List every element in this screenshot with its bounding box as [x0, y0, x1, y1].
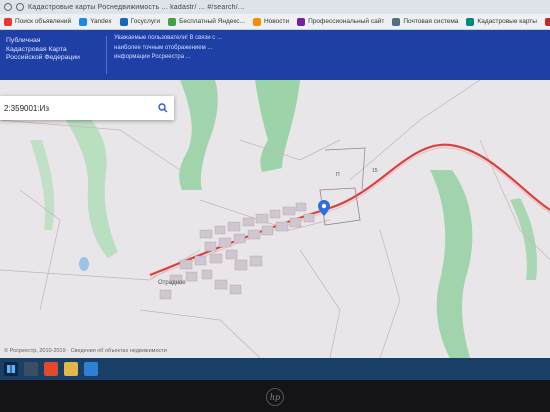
header-divider	[106, 36, 107, 74]
site-brand[interactable]: Публичная Кадастровая Карта Российской Ф…	[6, 37, 101, 63]
yandex-icon	[4, 17, 12, 26]
site-header: Публичная Кадастровая Карта Российской Ф…	[0, 30, 550, 80]
cadastral-map[interactable]: Отрадное П 15	[0, 80, 550, 358]
bookmark-label: Кадастровые карты	[477, 18, 537, 25]
forest-area	[510, 198, 538, 280]
parcel-outline	[324, 147, 366, 191]
notice-line: Уважаемые пользователи! В связи с ...	[114, 35, 222, 41]
forest-area	[60, 110, 118, 258]
settlement-label: Отрадное	[158, 280, 186, 286]
address-bar[interactable]: Кадастровые карты Роснедвижимость ... ka…	[0, 0, 550, 14]
brand-line: Кадастровая Карта	[6, 45, 67, 53]
bookmark-label: Профессиональный сайт	[308, 18, 385, 25]
forest-area	[179, 80, 218, 190]
search-button[interactable]	[156, 101, 170, 115]
search-box[interactable]: 2:359001:Из	[0, 96, 174, 120]
gov-icon	[119, 17, 128, 26]
notice-line: наиболее точным отображением ...	[114, 44, 213, 51]
map-attribution: © Росреестр, 2010-2019 · Сведения об объ…	[4, 348, 167, 354]
mail-icon	[79, 17, 88, 26]
bookmark-item[interactable]: Госуслуги	[119, 17, 161, 26]
bookmarks-bar: Поиск объявлений Yandex Госуслуги Бесплатны…	[0, 14, 550, 30]
search-icon	[158, 103, 168, 113]
windows-icon	[7, 365, 15, 373]
start-button[interactable]	[4, 362, 18, 376]
file-explorer-icon[interactable]	[24, 362, 38, 376]
bookmark-item[interactable]: Yandex	[79, 17, 112, 26]
briefcase-icon	[297, 17, 306, 26]
brand-line: Публичная	[6, 37, 41, 44]
map-icon	[466, 17, 475, 26]
refresh-icon[interactable]	[16, 3, 24, 11]
mail-icon	[392, 17, 401, 26]
bookmark-item[interactable]: Почтовая система	[392, 17, 459, 26]
bookmark-item[interactable]: Бесплатный Яндекс...	[168, 17, 245, 26]
site-notice: Уважаемые пользователи! В связи с ... на…	[114, 34, 264, 63]
cloud-icon	[168, 17, 177, 26]
parcel-label: 15	[372, 168, 378, 174]
folder-icon[interactable]	[64, 362, 78, 376]
search-input[interactable]: 2:359001:Из	[4, 104, 156, 113]
bookmark-item[interactable]: Кадастровые карты	[466, 17, 537, 26]
screen: Кадастровые карты Роснедвижимость ... ka…	[0, 0, 550, 412]
water-body	[79, 257, 89, 271]
location-pin-icon[interactable]	[318, 200, 330, 216]
bookmark-item[interactable]: Новости	[252, 17, 290, 26]
bookmark-label: Yandex	[90, 18, 112, 25]
bookmark-label: Новости	[263, 18, 290, 25]
brand-line: Российской Федерации	[6, 54, 80, 61]
bookmark-item[interactable]: Эфир	[544, 17, 550, 26]
back-icon[interactable]	[4, 3, 12, 11]
bookmark-label: Почтовая система	[403, 18, 459, 25]
play-icon	[544, 17, 550, 26]
bookmark-label: Поиск объявлений	[15, 18, 72, 25]
forest-area	[30, 140, 55, 230]
taskbar	[0, 358, 550, 380]
app-icon[interactable]	[84, 362, 98, 376]
news-icon	[252, 17, 261, 26]
hp-logo-icon: hp	[266, 388, 284, 406]
bookmark-label: Бесплатный Яндекс...	[179, 18, 245, 25]
forest-area	[255, 80, 300, 172]
laptop-bezel: hp	[0, 380, 550, 412]
parcel-label: П	[336, 172, 340, 178]
forest-area	[430, 170, 473, 358]
map-canvas	[0, 80, 550, 358]
browser-icon[interactable]	[44, 362, 58, 376]
notice-line: информации Росреестра ...	[114, 54, 191, 60]
bookmark-item[interactable]: Профессиональный сайт	[297, 17, 385, 26]
bookmark-label: Госуслуги	[130, 18, 161, 25]
address-url[interactable]: Кадастровые карты Роснедвижимость ... ka…	[28, 4, 244, 11]
bookmark-item[interactable]: Поиск объявлений	[4, 17, 72, 26]
